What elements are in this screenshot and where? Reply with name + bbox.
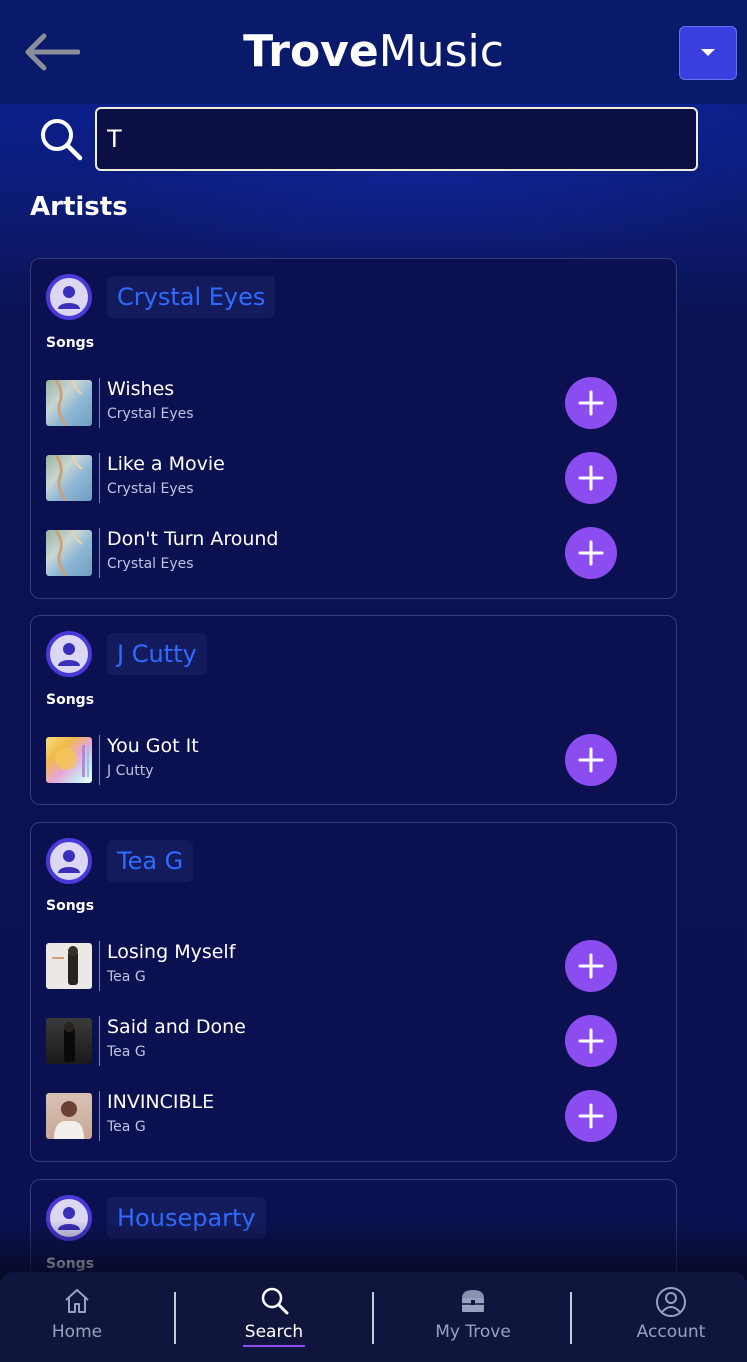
song-row[interactable]: Said and Done Tea G [46, 1015, 661, 1067]
account-icon [656, 1287, 686, 1317]
plus-icon [578, 747, 604, 773]
search-input[interactable] [95, 107, 698, 171]
nav-home[interactable]: Home [0, 1272, 167, 1362]
song-row[interactable]: Like a Movie Crystal Eyes [46, 452, 661, 504]
album-art [46, 943, 92, 989]
active-tab-indicator [243, 1345, 305, 1347]
song-artist: Tea G [107, 969, 146, 985]
plus-icon [578, 1103, 604, 1129]
nav-my-trove[interactable]: My Trove [383, 1272, 563, 1362]
search-icon [41, 119, 83, 161]
songs-label: Songs [46, 335, 95, 351]
song-title: Don't Turn Around [107, 528, 279, 550]
song-artist: Tea G [107, 1044, 146, 1060]
app-logo: TroveMusic [0, 24, 747, 80]
dropdown-menu-button[interactable] [679, 26, 737, 80]
person-icon [58, 286, 80, 309]
plus-icon [578, 390, 604, 416]
artist-card: Tea G Songs Losing Myself Tea G Said and… [30, 822, 677, 1162]
album-art [46, 530, 92, 576]
plus-icon [578, 540, 604, 566]
divider [99, 453, 100, 503]
divider [99, 735, 100, 785]
bottom-navigation: Home Search My Trove Account [0, 1272, 747, 1362]
logo-bold-text: Trove [243, 26, 379, 77]
song-row[interactable]: Don't Turn Around Crystal Eyes [46, 527, 661, 579]
divider [99, 1091, 100, 1141]
nav-label: My Trove [435, 1322, 511, 1342]
caret-down-icon [701, 49, 715, 56]
nav-label: Account [636, 1322, 706, 1342]
song-row[interactable]: Wishes Crystal Eyes [46, 377, 661, 429]
divider [99, 1016, 100, 1066]
artist-name-link[interactable]: Crystal Eyes [107, 276, 276, 318]
add-song-button[interactable] [565, 940, 617, 992]
album-art [46, 1093, 92, 1139]
search-bar [0, 104, 747, 176]
home-icon [65, 1289, 89, 1313]
songs-label: Songs [46, 692, 95, 708]
add-song-button[interactable] [565, 527, 617, 579]
add-song-button[interactable] [565, 734, 617, 786]
plus-icon [578, 465, 604, 491]
artist-card: J Cutty Songs You Got It J Cutty [30, 615, 677, 805]
album-art [46, 455, 92, 501]
nav-separator [174, 1292, 176, 1344]
artist-name-link[interactable]: J Cutty [107, 633, 207, 675]
song-artist: Crystal Eyes [107, 556, 194, 572]
album-art [46, 380, 92, 426]
song-title: Said and Done [107, 1016, 246, 1038]
plus-icon [578, 1028, 604, 1054]
song-artist: J Cutty [107, 763, 154, 779]
album-art [46, 1018, 92, 1064]
song-artist: Tea G [107, 1119, 146, 1135]
add-song-button[interactable] [565, 1015, 617, 1067]
add-song-button[interactable] [565, 452, 617, 504]
artist-name-link[interactable]: Tea G [107, 840, 194, 882]
artist-card: Crystal Eyes Songs Wishes Crystal Eyes L… [30, 258, 677, 599]
song-title: Like a Movie [107, 453, 225, 475]
plus-icon [578, 953, 604, 979]
artist-avatar [46, 274, 92, 320]
album-art [46, 737, 92, 783]
nav-label: Home [51, 1322, 103, 1342]
app-header: TroveMusic [0, 0, 747, 104]
logo-light-text: Music [378, 26, 504, 77]
scroll-fade [0, 1220, 747, 1280]
person-icon [58, 643, 80, 666]
nav-label: Search [244, 1322, 304, 1342]
section-title-artists: Artists [30, 192, 128, 222]
nav-separator [372, 1292, 374, 1344]
song-artist: Crystal Eyes [107, 406, 194, 422]
nav-search[interactable]: Search [184, 1272, 364, 1362]
add-song-button[interactable] [565, 377, 617, 429]
artist-avatar [46, 631, 92, 677]
song-title: Losing Myself [107, 941, 236, 963]
divider [99, 941, 100, 991]
song-row[interactable]: You Got It J Cutty [46, 734, 661, 786]
treasure-chest-icon [462, 1290, 484, 1312]
song-row[interactable]: Losing Myself Tea G [46, 940, 661, 992]
artist-avatar [46, 838, 92, 884]
songs-label: Songs [46, 898, 95, 914]
song-title: INVINCIBLE [107, 1091, 215, 1113]
song-row[interactable]: INVINCIBLE Tea G [46, 1090, 661, 1142]
add-song-button[interactable] [565, 1090, 617, 1142]
person-icon [58, 850, 80, 873]
song-artist: Crystal Eyes [107, 481, 194, 497]
nav-account[interactable]: Account [581, 1272, 747, 1362]
song-title: You Got It [107, 735, 199, 757]
nav-separator [570, 1292, 572, 1344]
search-icon [261, 1287, 289, 1315]
song-title: Wishes [107, 378, 175, 400]
divider [99, 528, 100, 578]
divider [99, 378, 100, 428]
